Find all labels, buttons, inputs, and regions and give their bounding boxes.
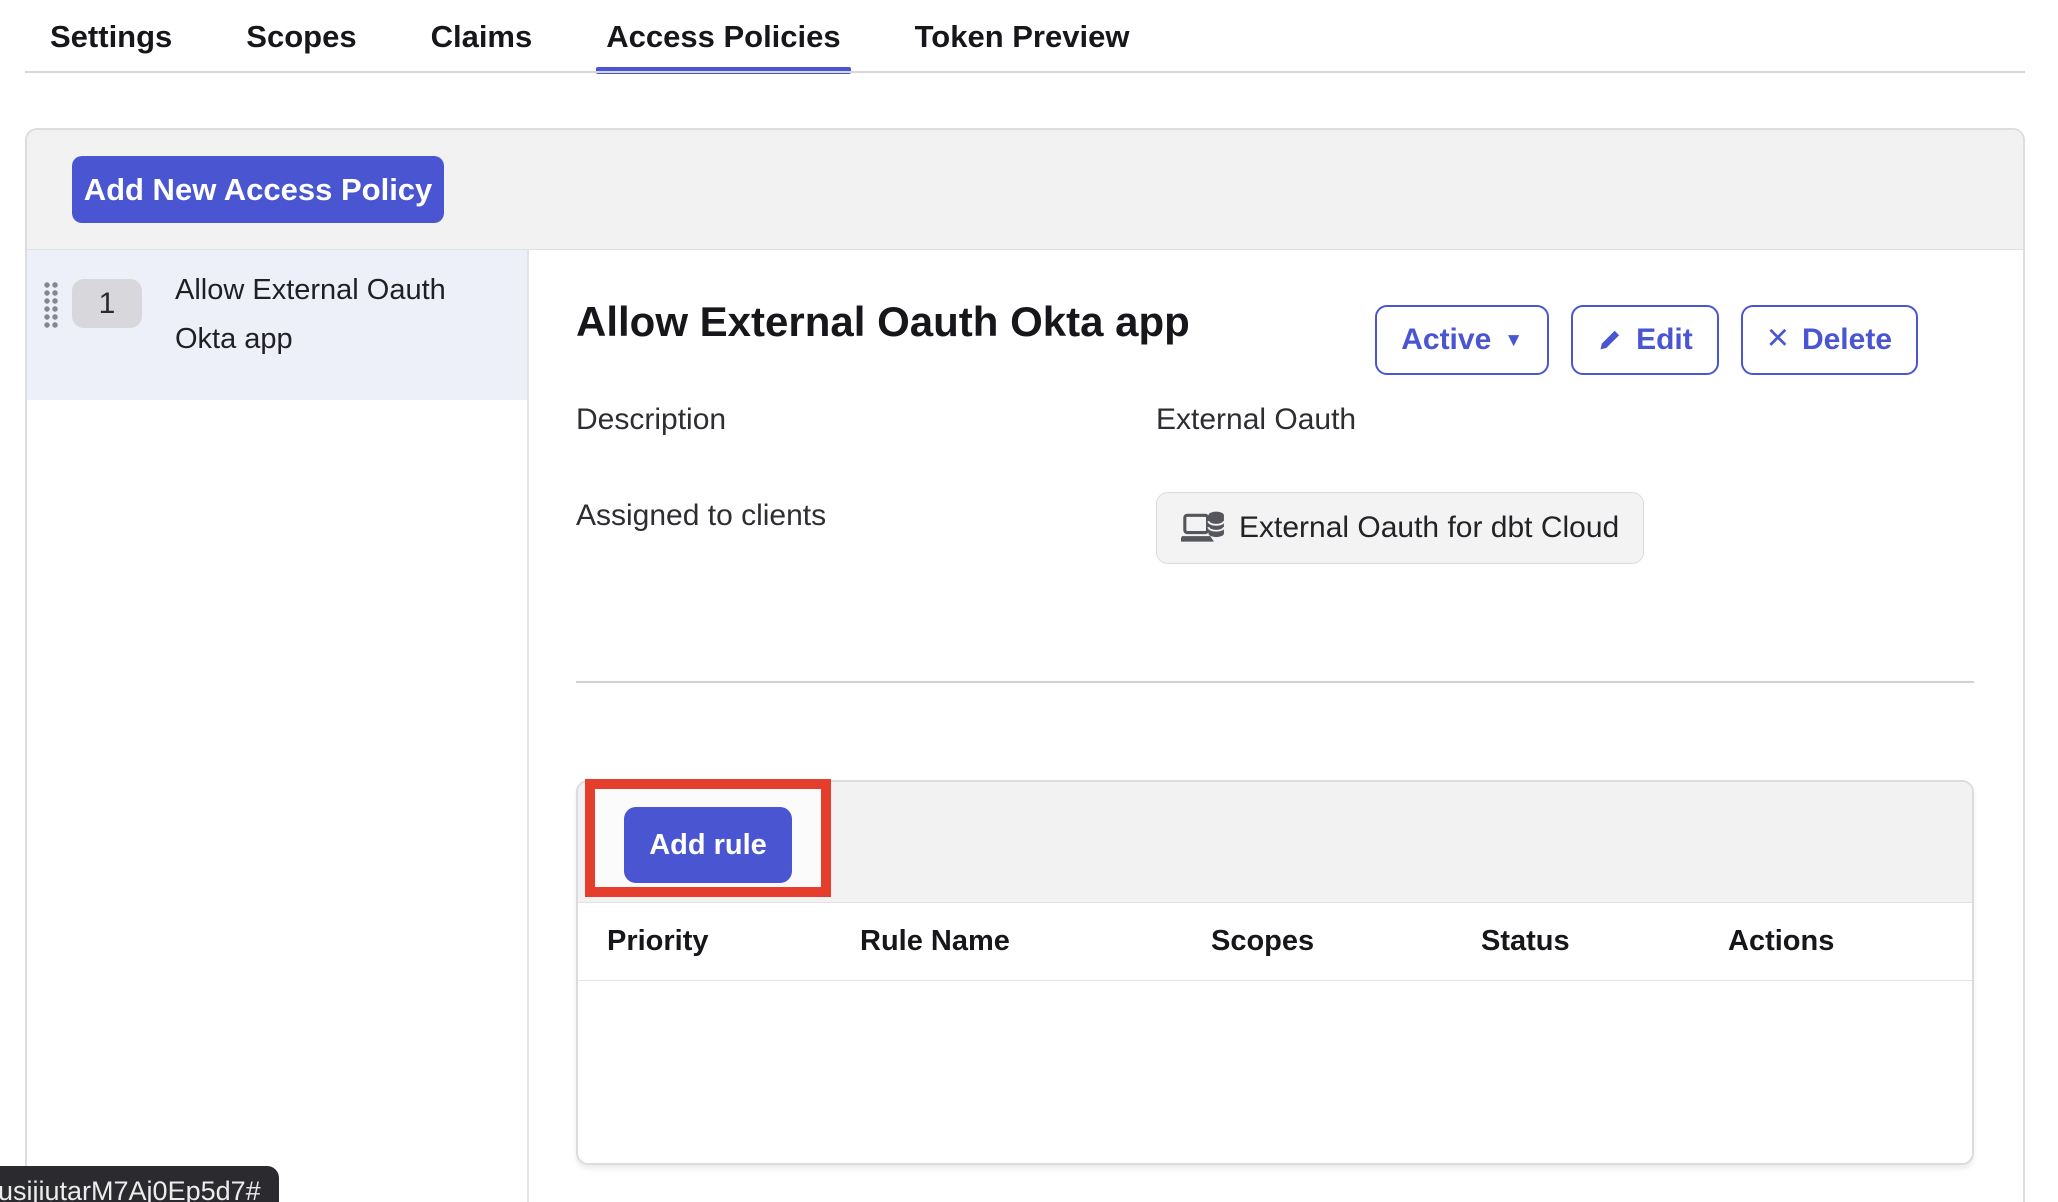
tab-label: Settings (50, 19, 172, 55)
tabbar-divider (25, 71, 2025, 73)
rules-table-header: Priority Rule Name Scopes Status Actions (578, 902, 1972, 981)
policy-list-item-selected[interactable]: 1 Allow External Oauth Okta app (27, 250, 527, 400)
tab-bar: Settings Scopes Claims Access Policies T… (50, 0, 1129, 74)
policy-list-sidebar: 1 Allow External Oauth Okta app (27, 250, 529, 1202)
tab-label: Token Preview (915, 19, 1130, 55)
delete-button[interactable]: × Delete (1741, 305, 1918, 375)
tab-label: Claims (431, 19, 533, 55)
tab-settings[interactable]: Settings (50, 0, 172, 74)
description-label: Description (576, 403, 726, 437)
panel-header: Add New Access Policy (27, 130, 2023, 250)
active-status-dropdown-button[interactable]: Active ▼ (1375, 305, 1549, 375)
policy-action-buttons: Active ▼ Edit × Delete (1375, 305, 1918, 375)
access-policies-panel: Add New Access Policy 1 Allow External O… (25, 128, 2025, 1202)
close-icon: × (1767, 319, 1789, 357)
pencil-icon (1597, 327, 1623, 353)
add-new-access-policy-button[interactable]: Add New Access Policy (72, 156, 444, 223)
policy-priority-badge: 1 (72, 279, 142, 328)
column-header-rule-name: Rule Name (860, 902, 1010, 980)
drag-handle-icon[interactable] (43, 281, 58, 328)
column-header-status: Status (1481, 902, 1570, 980)
policy-name-label: Allow External Oauth Okta app (175, 266, 495, 364)
column-header-priority: Priority (607, 902, 709, 980)
assigned-client-name: External Oauth for dbt Cloud (1239, 511, 1619, 545)
column-header-actions: Actions (1728, 902, 1834, 980)
description-value: External Oauth (1156, 403, 1356, 437)
assigned-to-clients-label: Assigned to clients (576, 499, 826, 533)
delete-label: Delete (1802, 323, 1892, 357)
rules-card: Add rule Priority Rule Name Scopes Statu… (576, 780, 1974, 1165)
tab-label: Scopes (246, 19, 356, 55)
assigned-client-chip[interactable]: External Oauth for dbt Cloud (1156, 492, 1644, 564)
edit-label: Edit (1636, 323, 1693, 357)
policy-detail-pane: Allow External Oauth Okta app Active ▼ E… (529, 250, 2023, 1202)
policy-title: Allow External Oauth Okta app (576, 298, 1190, 346)
tab-label: Access Policies (606, 19, 840, 55)
tab-token-preview[interactable]: Token Preview (915, 0, 1130, 74)
annotation-highlight-box: Add rule (585, 779, 831, 897)
app-screen: Settings Scopes Claims Access Policies T… (0, 0, 2058, 1202)
edit-button[interactable]: Edit (1571, 305, 1719, 375)
tab-access-policies[interactable]: Access Policies (606, 0, 840, 74)
section-divider (576, 681, 1974, 683)
active-status-label: Active (1401, 323, 1491, 357)
add-rule-button[interactable]: Add rule (624, 807, 792, 883)
client-app-icon (1181, 508, 1225, 548)
tab-claims[interactable]: Claims (431, 0, 533, 74)
column-header-scopes: Scopes (1211, 902, 1314, 980)
tab-scopes[interactable]: Scopes (246, 0, 356, 74)
link-status-tooltip: usijiutarM7Aj0Ep5d7# (0, 1166, 279, 1202)
chevron-down-icon: ▼ (1504, 331, 1523, 350)
